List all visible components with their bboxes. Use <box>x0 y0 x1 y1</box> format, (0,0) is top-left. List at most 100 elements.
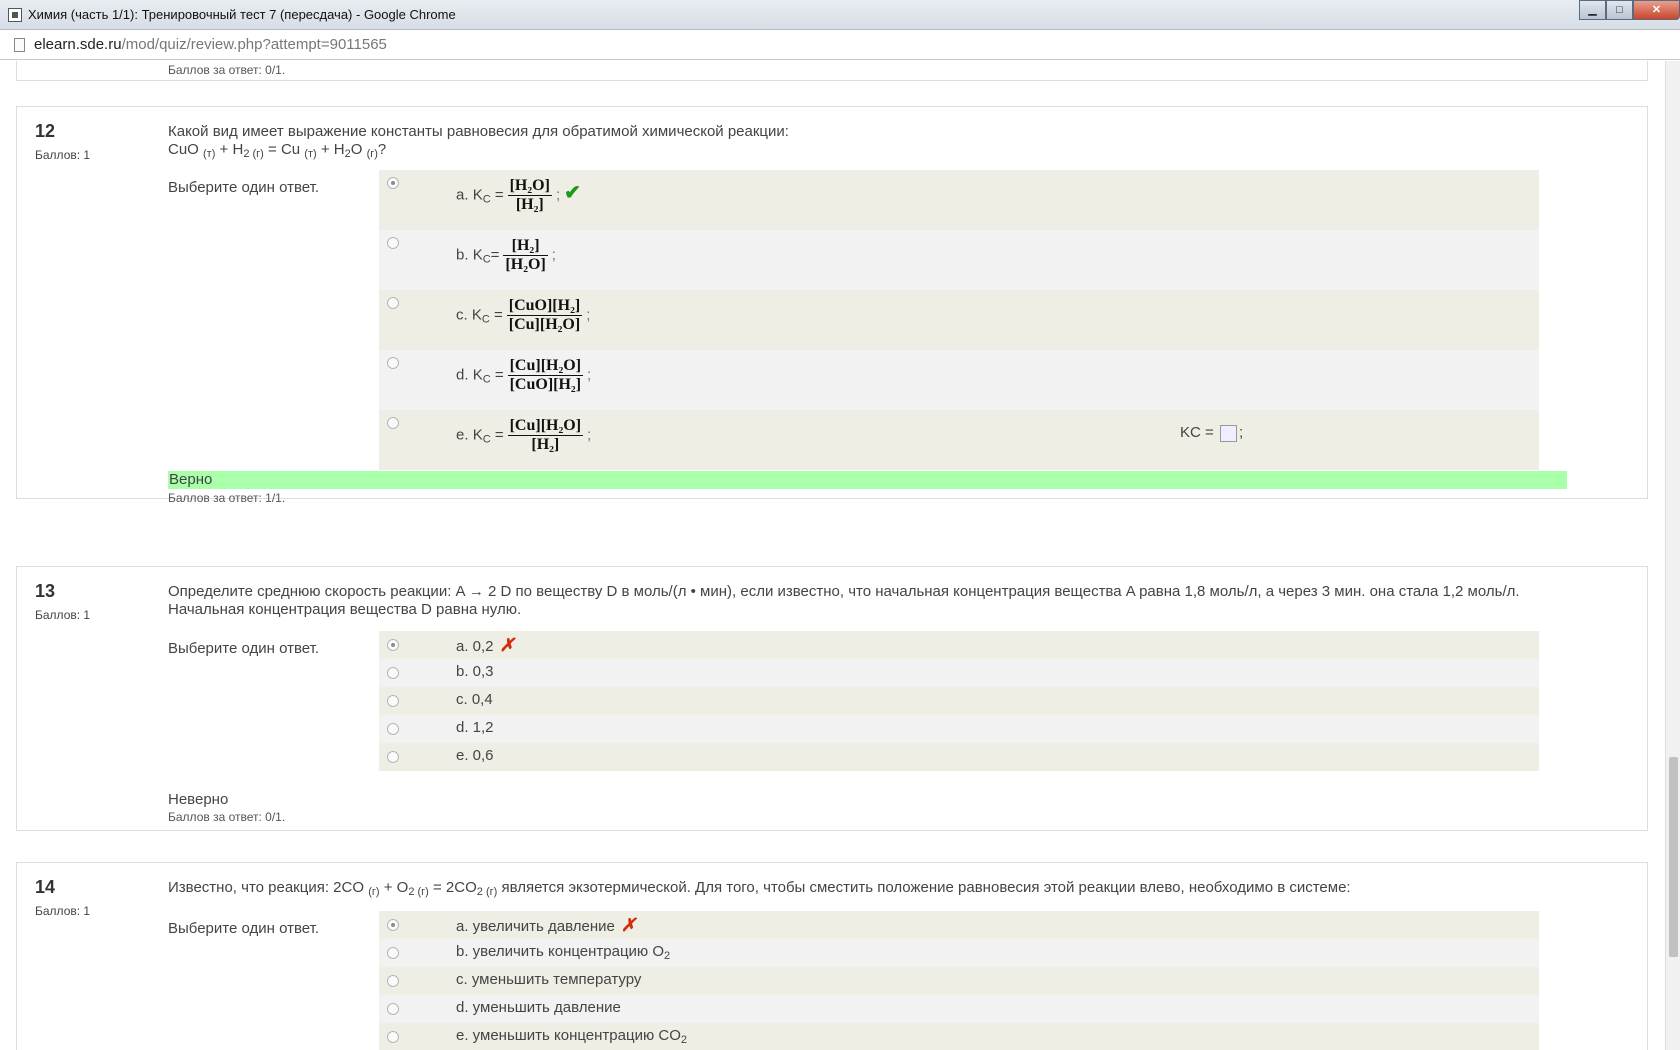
vertical-scrollbar[interactable] <box>1665 61 1680 1050</box>
question-number: 13 <box>35 581 56 601</box>
answer-list: a. увеличить давление ✗ b. увеличить конц… <box>379 911 1539 1050</box>
answer-label: b. KC= [H₂] [H₂O]; <box>456 237 556 274</box>
answer-option-e[interactable]: e. 0,6 <box>379 743 1539 771</box>
url-path: /mod/quiz/review.php?attempt=9011565 <box>121 36 387 53</box>
broken-formula: KC = ; <box>1180 424 1243 442</box>
maximize-button[interactable]: □ <box>1606 0 1633 20</box>
answer-list: a. KC = [H₂O] [H₂]; ✔ b. KC= [H₂] [H₂O]; c. K… <box>379 170 1539 470</box>
answer-label: a. увеличить давление ✗ <box>456 915 636 936</box>
radio-button[interactable] <box>387 417 399 429</box>
page-icon <box>14 38 25 52</box>
answer-option-e[interactable]: e. KC = [Cu][H₂O] [H₂]; <box>379 410 1539 470</box>
question-marks: Баллов: 1 <box>35 148 91 162</box>
question-text: Определите среднюю скорость реакции: A →… <box>168 583 1520 618</box>
kc-symbol: K <box>471 306 482 324</box>
answer-option-d[interactable]: d. KC = [Cu][H₂O] [CuO][H₂]; <box>379 350 1539 410</box>
minimize-button[interactable]: ▁ <box>1579 0 1606 20</box>
answer-text: a. увеличить давление <box>456 918 615 935</box>
answer-label: b. 0,3 <box>456 663 494 680</box>
question-info: 14 Баллов: 1 <box>35 877 155 918</box>
answer-label: c. KC = [CuO][H₂] [Cu][H₂O]; <box>456 297 590 334</box>
radio-button[interactable] <box>387 237 399 249</box>
window-title: Химия (часть 1/1): Тренировочный тест 7 … <box>28 7 456 22</box>
answer-option-d[interactable]: d. уменьшить давление <box>379 995 1539 1023</box>
incorrect-cross-icon: ✗ <box>620 915 636 935</box>
scrollbar-thumb[interactable] <box>1669 757 1678 957</box>
answer-label: c. 0,4 <box>456 691 493 708</box>
answer-option-c[interactable]: c. KC = [CuO][H₂] [Cu][H₂O]; <box>379 290 1539 350</box>
semicolon: ; <box>587 366 592 384</box>
text-part: + O <box>379 879 409 896</box>
feedback-incorrect: Неверно <box>168 791 229 808</box>
answer-option-c[interactable]: c. 0,4 <box>379 687 1539 715</box>
answer-label: c. уменьшить температуру <box>456 971 642 988</box>
denominator: [H₂] <box>515 196 544 213</box>
close-button[interactable]: ✕ <box>1633 0 1680 20</box>
answer-label: b. увеличить концентрацию O2 <box>456 943 670 962</box>
semicolon: ; <box>555 186 561 204</box>
semicolon: ; <box>587 426 592 444</box>
answer-option-a[interactable]: a. 0,2 ✗ <box>379 631 1539 659</box>
answer-text: b. увеличить концентрацию O <box>456 943 665 960</box>
radio-button[interactable] <box>387 1031 399 1043</box>
semicolon: ; <box>1238 424 1244 441</box>
radio-button[interactable] <box>387 919 399 931</box>
question-info: 12 Баллов: 1 <box>35 121 155 162</box>
kc-symbol: K <box>472 366 483 384</box>
answer-option-b[interactable]: b. KC= [H₂] [H₂O]; <box>379 230 1539 290</box>
app-icon <box>8 8 22 22</box>
answer-label: d. KC = [Cu][H₂O] [CuO][H₂]; <box>456 357 591 394</box>
answer-option-c[interactable]: c. уменьшить температуру <box>379 967 1539 995</box>
eq-sub: (т) <box>304 148 317 160</box>
question-info: 13 Баллов: 1 <box>35 581 155 622</box>
eq-part: = Cu <box>263 141 301 158</box>
question-score: Баллов за ответ: 1/1. <box>168 491 286 505</box>
radio-button[interactable] <box>387 751 399 763</box>
address-bar[interactable]: elearn.sde.ru/mod/quiz/review.php?attemp… <box>0 30 1680 60</box>
radio-button[interactable] <box>387 695 399 707</box>
answer-letter: c. <box>456 306 468 324</box>
radio-button[interactable] <box>387 723 399 735</box>
previous-question-box: Баллов за ответ: 0/1. <box>16 61 1648 81</box>
radio-button[interactable] <box>387 947 399 959</box>
question-text: Какой вид имеет выражение константы равн… <box>168 123 1578 163</box>
broken-image-icon <box>1219 424 1237 442</box>
denominator: [Cu][H₂O] <box>508 316 581 333</box>
answer-label: e. KC = [Cu][H₂O] [H₂]; <box>456 417 591 454</box>
answer-option-b[interactable]: b. увеличить концентрацию O2 <box>379 939 1539 967</box>
kc-symbol: K <box>472 246 483 264</box>
radio-button[interactable] <box>387 975 399 987</box>
answer-option-d[interactable]: d. 1,2 <box>379 715 1539 743</box>
numerator: [H₂] <box>503 237 548 256</box>
answer-letter: d. <box>456 366 469 384</box>
question-text: Известно, что реакция: 2CO (г) + O2 (г) … <box>168 879 1578 901</box>
radio-button[interactable] <box>387 1003 399 1015</box>
radio-button[interactable] <box>387 667 399 679</box>
text-sub: (г) <box>368 886 380 898</box>
eq-part: CuO <box>168 141 199 158</box>
radio-button[interactable] <box>387 177 399 189</box>
kc-sub: C <box>481 313 490 326</box>
eq-part: O <box>350 141 363 158</box>
url-field[interactable]: elearn.sde.ru/mod/quiz/review.php?attemp… <box>34 36 387 53</box>
question-marks: Баллов: 1 <box>35 608 91 622</box>
kc-sub: C <box>482 253 491 266</box>
denominator: [CuO][H₂] <box>509 376 582 393</box>
incorrect-cross-icon: ✗ <box>499 635 515 655</box>
eq-part: + H <box>316 141 345 158</box>
answer-option-a[interactable]: a. KC = [H₂O] [H₂]; ✔ <box>379 170 1539 230</box>
answer-option-a[interactable]: a. увеличить давление ✗ <box>379 911 1539 939</box>
radio-button[interactable] <box>387 357 399 369</box>
radio-button[interactable] <box>387 639 399 651</box>
answer-label: e. уменьшить концентрацию CO2 <box>456 1027 687 1046</box>
answer-option-e[interactable]: e. уменьшить концентрацию CO2 <box>379 1023 1539 1050</box>
answer-label: a. 0,2 ✗ <box>456 635 515 656</box>
answer-option-b[interactable]: b. 0,3 <box>379 659 1539 687</box>
semicolon: ; <box>551 246 556 264</box>
radio-button[interactable] <box>387 297 399 309</box>
text-sub: 2 (г) <box>408 886 429 898</box>
answer-list: a. 0,2 ✗ b. 0,3 c. 0,4 d. 1,2 e. 0,6 <box>379 631 1539 771</box>
numerator: [Cu][H₂O] <box>507 417 584 436</box>
fraction: [Cu][H₂O] [H₂] <box>507 417 584 454</box>
equals-sign: = <box>494 366 504 384</box>
